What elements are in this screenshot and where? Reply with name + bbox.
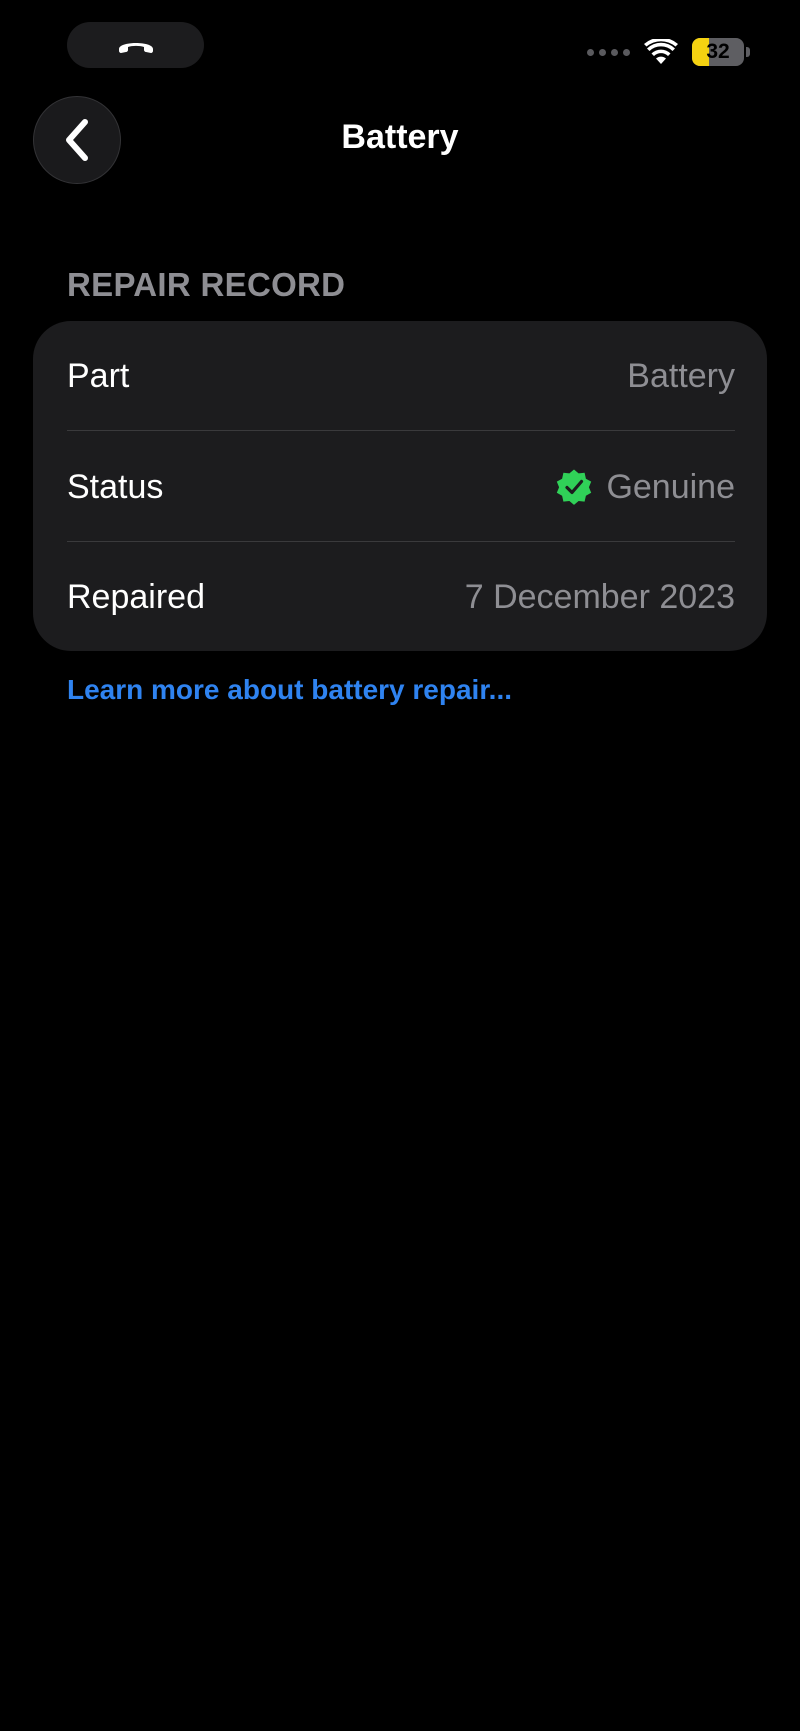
row-label: Repaired xyxy=(67,577,205,616)
page-title: Battery xyxy=(341,118,459,156)
learn-more-link[interactable]: Learn more about battery repair... xyxy=(67,674,512,706)
phone-hangup-icon xyxy=(118,43,153,53)
row-status: Status Genuine xyxy=(67,432,735,542)
row-value-status: Genuine xyxy=(554,467,735,507)
status-icons: 32 xyxy=(587,36,750,68)
battery-percent: 32 xyxy=(706,40,730,63)
divider xyxy=(67,430,735,431)
row-label: Status xyxy=(67,467,164,506)
wifi-icon xyxy=(644,39,678,64)
section-header-repair-record: REPAIR RECORD xyxy=(67,266,346,303)
row-repaired: Repaired 7 December 2023 xyxy=(67,542,735,652)
row-label: Part xyxy=(67,356,130,395)
active-call-pill[interactable] xyxy=(67,22,204,68)
status-value: Genuine xyxy=(606,467,735,506)
battery-indicator: 32 xyxy=(692,38,750,66)
battery-nub xyxy=(746,47,750,57)
row-value: 7 December 2023 xyxy=(464,577,735,616)
signal-dots-icon xyxy=(587,48,630,56)
screen: 32 Battery REPAIR RECORD Part Battery St… xyxy=(0,0,800,1731)
row-part: Part Battery xyxy=(67,321,735,431)
repair-record-card: Part Battery Status Genuine Repaired 7 D… xyxy=(33,321,767,651)
row-value: Battery xyxy=(627,356,735,395)
verified-badge-icon xyxy=(557,469,592,505)
